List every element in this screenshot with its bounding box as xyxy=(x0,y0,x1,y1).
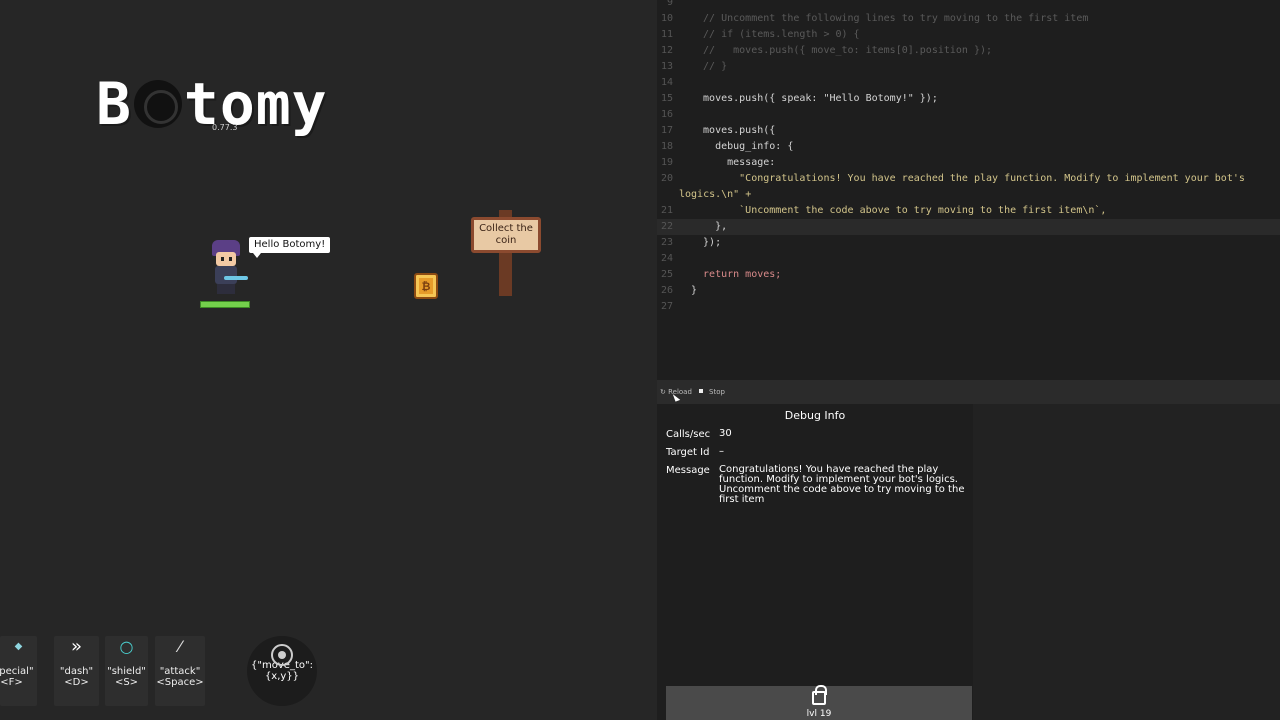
code-text: // moves.push({ move_to: items[0].positi… xyxy=(691,45,993,56)
line-number: 16 xyxy=(660,109,673,120)
message-label: Message xyxy=(666,465,710,476)
line-number: 15 xyxy=(660,93,673,104)
action-key: <F> xyxy=(0,677,23,688)
line-number: 19 xyxy=(660,157,673,168)
code-text: "Congratulations! You have reached the p… xyxy=(691,173,1245,184)
level-lock-bar[interactable]: lvl 19 xyxy=(666,685,972,720)
code-line[interactable]: 10 // Uncomment the following lines to t… xyxy=(657,11,1280,27)
logo-o-icon xyxy=(133,80,182,128)
code-line[interactable]: 9 xyxy=(657,0,1280,11)
code-text: message: xyxy=(691,157,776,168)
line-number: 12 xyxy=(660,45,673,56)
stop-button[interactable]: Stop xyxy=(699,386,725,398)
dash-icon: » xyxy=(70,636,82,657)
action-key: <Space> xyxy=(156,677,204,688)
debug-title: Debug Info xyxy=(784,409,846,422)
dash-action-button[interactable]: » "dash" <D> xyxy=(54,636,99,706)
line-number: 14 xyxy=(660,77,673,88)
debug-area: Debug Info Calls/sec 30 Target Id – Mess… xyxy=(657,404,1280,720)
attack-action-button[interactable]: ⁄ "attack" <Space> xyxy=(155,636,205,706)
action-key: <S> xyxy=(114,677,139,688)
stop-icon xyxy=(699,389,703,393)
game-viewport[interactable]: Btomy 0.77.3 Hello Botomy! ₿ Collect the… xyxy=(0,0,657,720)
line-number: 17 xyxy=(660,125,673,136)
code-line[interactable]: 13 // } xyxy=(657,59,1280,75)
target-id-label: Target Id xyxy=(666,447,710,458)
move-to-button[interactable]: {"move_to": {x,y}} xyxy=(247,636,317,706)
code-text: }, xyxy=(691,221,728,232)
code-text: } xyxy=(691,285,698,296)
shield-action-button[interactable]: ○ "shield" <S> xyxy=(105,636,148,706)
code-line[interactable]: 25 return moves; xyxy=(657,267,1280,283)
debug-info-panel: Debug Info Calls/sec 30 Target Id – Mess… xyxy=(657,404,973,720)
line-number: 21 xyxy=(660,205,673,216)
line-number: 9 xyxy=(666,0,673,8)
runner-toolbar: ↻ Reload Stop xyxy=(657,380,1280,404)
player-character xyxy=(206,240,248,298)
code-line[interactable]: 26} xyxy=(657,283,1280,299)
line-number: 26 xyxy=(660,285,673,296)
message-value: Congratulations! You have reached the pl… xyxy=(719,464,965,505)
target-icon xyxy=(271,644,293,666)
attack-sword-icon: ⁄ xyxy=(178,637,182,656)
code-text: }); xyxy=(691,237,722,248)
level-label: lvl 19 xyxy=(806,709,832,719)
line-number: 23 xyxy=(660,237,673,248)
shield-icon: ○ xyxy=(119,637,134,656)
action-key: <D> xyxy=(64,677,89,688)
code-line[interactable]: 16 xyxy=(657,107,1280,123)
code-line[interactable]: 20 "Congratulations! You have reached th… xyxy=(657,171,1280,187)
line-number: 27 xyxy=(660,301,673,312)
coin-item: ₿ xyxy=(414,273,438,299)
special-gem-icon: ◆ xyxy=(14,641,23,652)
code-text: return moves; xyxy=(691,269,782,280)
line-number: 24 xyxy=(660,253,673,264)
code-line[interactable]: 22 }, xyxy=(657,219,1280,235)
action-name: "shield" xyxy=(107,666,146,677)
code-line[interactable]: 24 xyxy=(657,251,1280,267)
speech-bubble: Hello Botomy! xyxy=(249,237,331,258)
calls-sec-label: Calls/sec xyxy=(666,429,711,440)
lock-icon xyxy=(812,685,827,705)
sign-board: Collect the coin xyxy=(471,217,541,253)
code-line[interactable]: 21 `Uncomment the code above to try movi… xyxy=(657,203,1280,219)
target-id-value: – xyxy=(719,446,724,457)
code-text: logics.\n" + xyxy=(679,189,752,200)
code-line[interactable]: 19 message: xyxy=(657,155,1280,171)
health-bar xyxy=(200,301,250,308)
code-line[interactable]: 12 // moves.push({ move_to: items[0].pos… xyxy=(657,43,1280,59)
line-number: 20 xyxy=(660,173,673,184)
line-number: 10 xyxy=(660,13,673,24)
action-name: "dash" xyxy=(59,666,94,677)
code-line[interactable]: 14 xyxy=(657,75,1280,91)
code-text: // } xyxy=(691,61,728,72)
code-line[interactable]: 23 }); xyxy=(657,235,1280,251)
line-number: 11 xyxy=(660,29,673,40)
sword-icon xyxy=(224,276,248,280)
code-line[interactable]: 18 debug_info: { xyxy=(657,139,1280,155)
code-line[interactable]: 27 xyxy=(657,299,1280,315)
line-number: 25 xyxy=(660,269,673,280)
code-text: // if (items.length > 0) { xyxy=(691,29,860,40)
line-number: 22 xyxy=(660,221,673,232)
code-text: `Uncomment the code above to try moving … xyxy=(691,205,1107,216)
action-name: "special" xyxy=(0,666,34,677)
code-line[interactable]: 15 moves.push({ speak: "Hello Botomy!" }… xyxy=(657,91,1280,107)
line-number: 18 xyxy=(660,141,673,152)
stop-label: Stop xyxy=(709,388,725,396)
code-text: debug_info: { xyxy=(691,141,794,152)
code-text: // Uncomment the following lines to try … xyxy=(691,13,1089,24)
code-line[interactable]: 11 // if (items.length > 0) { xyxy=(657,27,1280,43)
code-line[interactable]: logics.\n" + xyxy=(657,187,1280,203)
code-text: moves.push({ speak: "Hello Botomy!" }); xyxy=(691,93,938,104)
calls-sec-value: 30 xyxy=(719,428,732,439)
action-bar: ◆ "special" <F> » "dash" <D> ○ "shield" … xyxy=(0,636,210,706)
game-version: 0.77.3 xyxy=(212,123,238,132)
special-action-button[interactable]: ◆ "special" <F> xyxy=(0,636,37,706)
line-number: 13 xyxy=(660,61,673,72)
code-line[interactable]: 17 moves.push({ xyxy=(657,123,1280,139)
code-editor[interactable]: 9 10 // Uncomment the following lines to … xyxy=(657,0,1280,380)
action-name: "attack" xyxy=(159,666,201,677)
code-text: moves.push({ xyxy=(691,125,776,136)
